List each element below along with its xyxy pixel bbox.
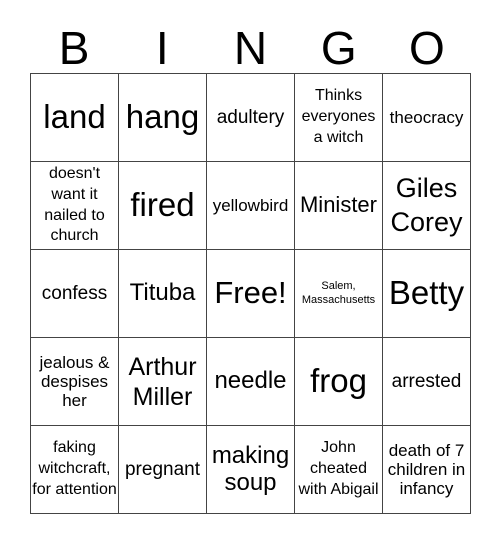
header-letter-o: O <box>409 22 445 74</box>
bingo-cell[interactable]: confess <box>31 250 119 338</box>
bingo-cell[interactable]: doesn't want it nailed to church <box>31 162 119 250</box>
bingo-cell[interactable]: theocracy <box>383 74 471 162</box>
header-letter-b: B <box>58 22 90 74</box>
free-space-cell[interactable]: Free! <box>207 250 295 338</box>
bingo-cell[interactable]: faking witchcraft, for attention <box>31 426 119 514</box>
bingo-cell[interactable]: arrested <box>383 338 471 426</box>
bingo-cell[interactable]: Giles Corey <box>383 162 471 250</box>
bingo-cell[interactable]: frog <box>295 338 383 426</box>
bingo-header: B I N G O <box>30 24 471 73</box>
bingo-cell[interactable]: Tituba <box>119 250 207 338</box>
bingo-cell[interactable]: yellowbird <box>207 162 295 250</box>
bingo-cell[interactable]: pregnant <box>119 426 207 514</box>
bingo-cell[interactable]: death of 7 children in infancy <box>383 426 471 514</box>
bingo-cell[interactable]: John cheated with Abigail <box>295 426 383 514</box>
bingo-cell[interactable]: land <box>31 74 119 162</box>
bingo-cell[interactable]: needle <box>207 338 295 426</box>
bingo-cell[interactable]: Minister <box>295 162 383 250</box>
header-letter-i: I <box>155 22 169 74</box>
header-letter-n: N <box>233 22 268 74</box>
bingo-cell[interactable]: Betty <box>383 250 471 338</box>
bingo-cell[interactable]: Thinks everyones a witch <box>295 74 383 162</box>
header-letter-g: G <box>320 22 357 74</box>
bingo-cell[interactable]: jealous & despises her <box>31 338 119 426</box>
bingo-cell[interactable]: Salem, Massachusetts <box>295 250 383 338</box>
bingo-card-grid: land hang adultery Thinks everyones a wi… <box>30 73 471 514</box>
bingo-cell[interactable]: adultery <box>207 74 295 162</box>
bingo-cell[interactable]: fired <box>119 162 207 250</box>
bingo-cell[interactable]: hang <box>119 74 207 162</box>
bingo-cell[interactable]: Arthur Miller <box>119 338 207 426</box>
bingo-cell[interactable]: making soup <box>207 426 295 514</box>
